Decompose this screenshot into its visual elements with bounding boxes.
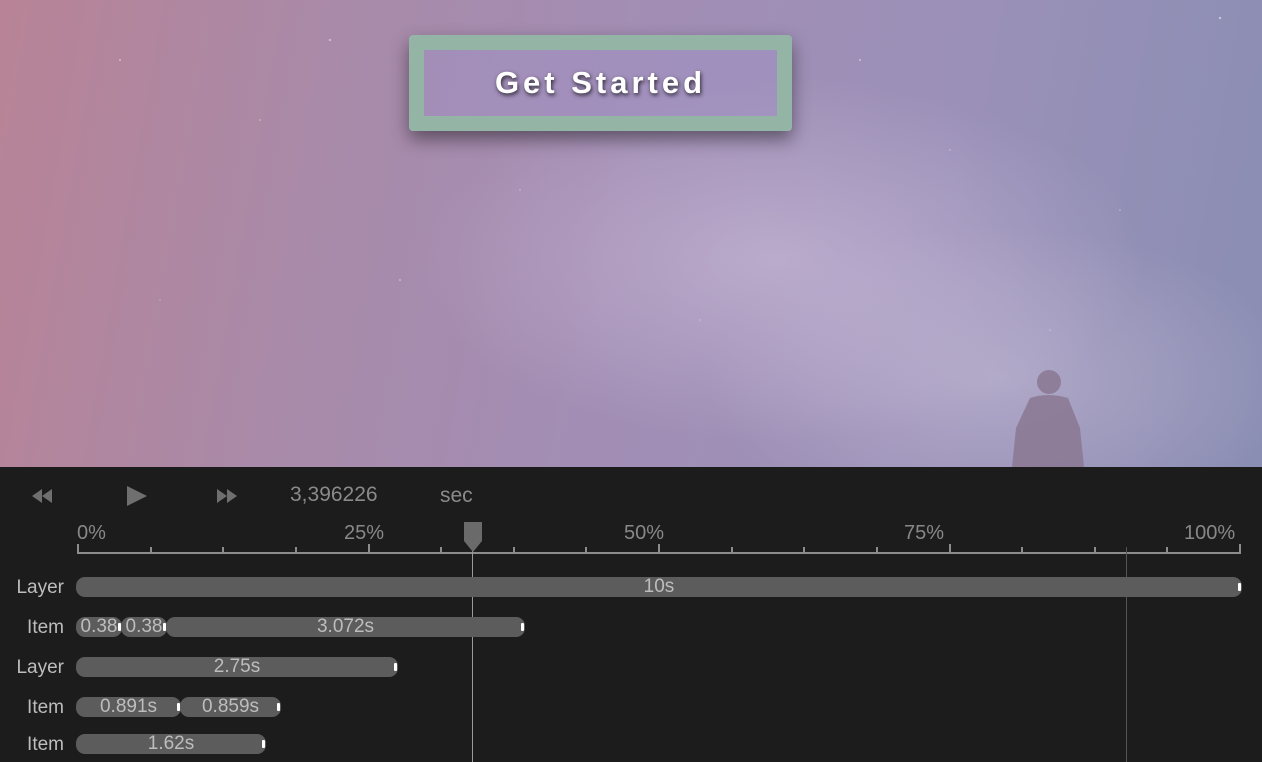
- track-label-layer: Layer: [16, 657, 64, 678]
- person-silhouette-icon: [1012, 370, 1084, 467]
- ruler-tick: [1166, 547, 1169, 554]
- resize-handle[interactable]: [1238, 583, 1241, 591]
- duration-bar[interactable]: 1.62s: [76, 734, 266, 754]
- ruler-tick: [222, 547, 225, 554]
- ruler-tick: [294, 547, 297, 554]
- ruler-label: 75%: [904, 522, 945, 544]
- duration-bar[interactable]: 0.38: [76, 617, 122, 637]
- duration-bar[interactable]: 0.859s: [180, 697, 281, 717]
- duration-bar[interactable]: 0.38: [121, 617, 167, 637]
- play-icon[interactable]: [121, 485, 149, 507]
- track-label-layer: Layer: [16, 577, 64, 598]
- ruler-tick: [803, 547, 806, 554]
- time-input[interactable]: 3,396226: [290, 483, 382, 509]
- preview-stage: Get Started: [0, 0, 1262, 467]
- fast-forward-icon[interactable]: [213, 485, 241, 507]
- ruler-tick: [1093, 547, 1096, 554]
- timeline-ruler[interactable]: 0% 25% 50% 75% 100%: [0, 517, 1262, 557]
- ruler-tick: [512, 547, 515, 554]
- rewind-icon[interactable]: [28, 485, 56, 507]
- ruler-tick: [1239, 544, 1241, 554]
- duration-bar[interactable]: 3.072s: [166, 617, 525, 637]
- duration-bar[interactable]: 0.891s: [76, 697, 181, 717]
- duration-bar[interactable]: 10s: [76, 577, 1242, 597]
- track-label-item: Item: [27, 697, 64, 718]
- ruler-label: 50%: [624, 522, 665, 544]
- resize-handle[interactable]: [394, 663, 397, 671]
- ruler-tick: [367, 544, 370, 554]
- playhead-handle[interactable]: [463, 521, 483, 553]
- ruler-tick: [77, 544, 79, 554]
- track-label-item: Item: [27, 617, 64, 638]
- resize-handle[interactable]: [277, 703, 280, 711]
- ruler-tick: [1021, 547, 1024, 554]
- time-unit-label: sec: [440, 484, 473, 507]
- ruler-tick: [658, 544, 660, 554]
- ruler-label: 25%: [344, 522, 385, 544]
- resize-handle[interactable]: [262, 740, 265, 748]
- get-started-button[interactable]: Get Started: [409, 35, 792, 131]
- ruler-tick: [730, 547, 733, 554]
- track-label-item: Item: [27, 734, 64, 755]
- ruler-tick: [585, 547, 588, 554]
- ruler-tick: [875, 547, 878, 554]
- ruler-tick: [149, 547, 152, 554]
- timeline-panel: 3,396226 sec 0% 25% 50% 75% 100% Layer 1…: [0, 467, 1262, 762]
- resize-handle[interactable]: [521, 623, 524, 631]
- duration-bar[interactable]: 2.75s: [76, 657, 398, 677]
- ruler-tick: [948, 544, 951, 554]
- ruler-label: 100%: [1184, 522, 1236, 544]
- ruler-tick: [440, 547, 443, 554]
- ruler-label: 0%: [77, 522, 106, 544]
